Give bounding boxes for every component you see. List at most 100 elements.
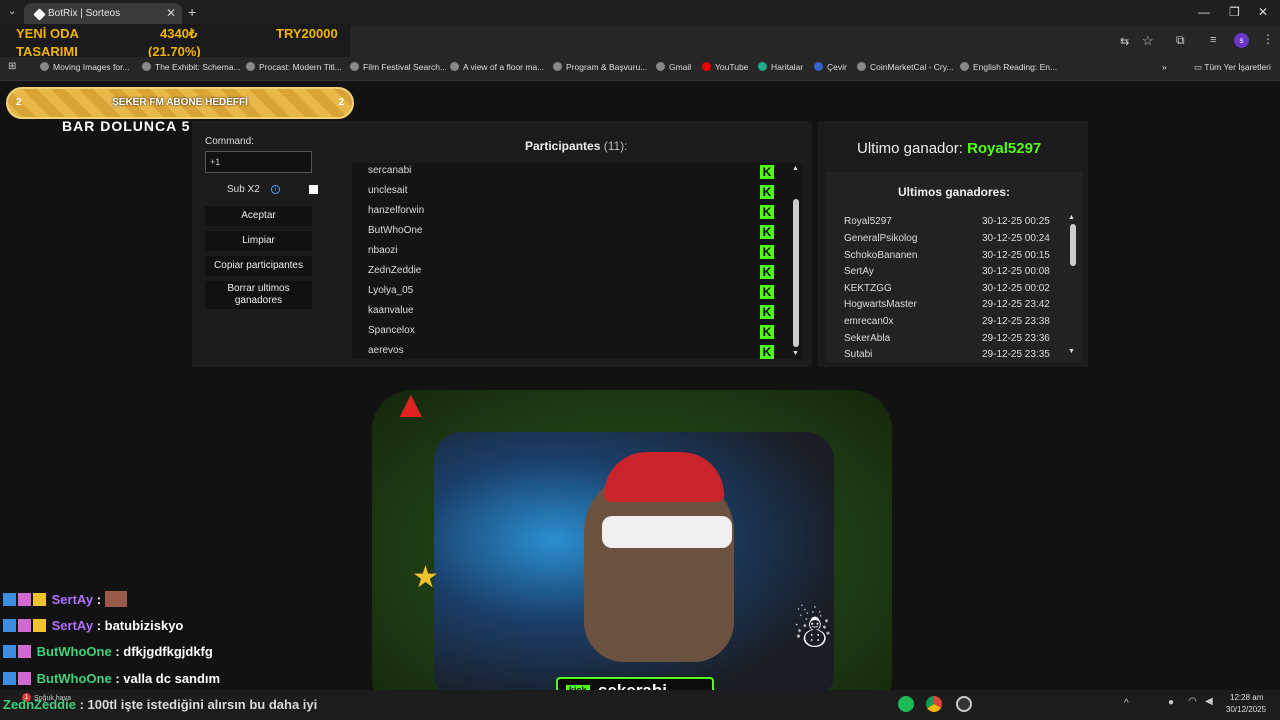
badge-icon	[18, 619, 31, 632]
winners-scrollbar[interactable]	[1070, 224, 1076, 266]
list-item: kaanvalue	[368, 305, 414, 316]
window-close-icon[interactable]: ✕	[1258, 5, 1268, 19]
winner-row-date: 30-12-25 00:25	[982, 216, 1050, 227]
winner-row-name: SchokoBananen	[844, 250, 918, 261]
restore-icon[interactable]: ❐	[1229, 5, 1240, 19]
participants-title-text: Participantes	[525, 139, 601, 153]
media-icon[interactable]: ≡	[1210, 34, 1216, 46]
kick-icon: K	[760, 265, 774, 279]
santa-hat-decoration-icon: ▲	[392, 384, 430, 426]
scroll-up-icon[interactable]: ▲	[792, 165, 799, 172]
chat-text: : batubiziskyo	[96, 618, 184, 633]
scroll-down-icon[interactable]: ▼	[792, 350, 799, 357]
bookmark-6[interactable]: Program & Başvuru...	[553, 62, 647, 72]
more-bookmarks-icon[interactable]: »	[1162, 62, 1167, 72]
winner-row-name: Royal5297	[844, 216, 892, 227]
chat-message: ButWhoOne : dfkjgdfkgjdkfg	[3, 644, 213, 659]
winner-row-date: 30-12-25 00:24	[982, 233, 1050, 244]
participants-list[interactable]: sercanabi K unclesait K hanzelforwin K B…	[352, 163, 802, 359]
volume-icon[interactable]: ◀	[1205, 696, 1213, 707]
bookmark-1[interactable]: Moving Images for...	[40, 62, 130, 72]
winners-scroll-up-icon[interactable]: ▲	[1068, 214, 1075, 221]
apps-icon[interactable]: ⊞	[8, 61, 16, 72]
chat-user: SertAy	[51, 592, 94, 607]
profile-avatar[interactable]: s	[1234, 33, 1249, 48]
minimize-icon[interactable]: —	[1198, 5, 1210, 19]
tray-chevron-icon[interactable]: ^	[1124, 698, 1129, 709]
winner-row-name: SertAy	[844, 266, 874, 277]
room-line1: YENİ ODA	[16, 26, 79, 41]
extensions-icon[interactable]: ⧉	[1176, 33, 1185, 48]
badge-icon	[18, 645, 31, 658]
bookmark-gmail[interactable]: Gmail	[656, 62, 691, 72]
chat-user: ZednZeddie	[3, 697, 76, 712]
clock-date[interactable]: 30/12/2025	[1226, 705, 1266, 714]
winner-row-name: GeneralPsikolog	[844, 233, 918, 244]
participants-scrollbar[interactable]	[793, 199, 799, 347]
wifi-icon[interactable]: ◠	[1188, 696, 1197, 707]
crown-icon	[33, 593, 46, 606]
new-tab-icon[interactable]: +	[188, 4, 196, 20]
badge-icon	[3, 619, 16, 632]
badge-icon	[3, 645, 16, 658]
chat-text: : 100tl işte istediğini alırsın bu daha …	[79, 697, 318, 712]
badge-icon	[18, 593, 31, 606]
winner-row-name: SekerAbla	[844, 333, 891, 344]
mic-icon[interactable]: ●	[1168, 697, 1174, 708]
participants-title: Participantes (11):	[525, 139, 628, 153]
chrome-icon[interactable]	[926, 696, 942, 712]
last-winner-name: Royal5297	[967, 140, 1042, 157]
bookmark-4[interactable]: Film Festival Search...	[350, 62, 447, 72]
delete-winners-line1: Borrar ultimos	[227, 283, 290, 294]
chat-text: : dfkjgdfkgjdkfg	[115, 644, 213, 659]
bookmark-5[interactable]: A view of a floor ma...	[450, 62, 544, 72]
winners-scroll-down-icon[interactable]: ▼	[1068, 348, 1075, 355]
clock-time[interactable]: 12:28 am	[1230, 693, 1263, 702]
tab-close-icon[interactable]: ✕	[166, 6, 176, 20]
command-input[interactable]: +1	[205, 151, 312, 173]
all-bookmarks[interactable]: ▭ Tüm Yer İşaretleri	[1194, 62, 1271, 73]
chat-user: ButWhoOne	[36, 671, 112, 686]
bookmark-maps[interactable]: Haritalar	[758, 62, 803, 72]
bookmark-coinmarketcal[interactable]: CoinMarketCal - Cry...	[857, 62, 953, 72]
emote-icon	[104, 591, 127, 607]
winner-row-date: 29-12-25 23:36	[982, 333, 1050, 344]
spotify-icon[interactable]	[898, 696, 914, 712]
winners-list[interactable]: Ultimos ganadores: Royal5297 30-12-25 00…	[826, 172, 1082, 362]
chat-text: :	[96, 592, 102, 607]
star-icon[interactable]: ☆	[1142, 33, 1154, 49]
kick-icon: K	[760, 325, 774, 339]
command-label: Command:	[205, 136, 254, 147]
copy-participants-button[interactable]: Copiar participantes	[205, 256, 312, 276]
bookmark-2[interactable]: The Exhibit: Schema...	[142, 62, 241, 72]
menu-icon[interactable]: ⋮	[1262, 32, 1274, 46]
chat-user: ButWhoOne	[36, 644, 112, 659]
sunglasses	[602, 516, 732, 548]
webcam-frame: ▲ ☃ ★	[372, 380, 892, 720]
badge-icon	[3, 672, 16, 685]
accept-button[interactable]: Aceptar	[205, 206, 312, 226]
obs-icon[interactable]	[956, 696, 972, 712]
delete-winners-button[interactable]: Borrar ultimos ganadores	[205, 281, 312, 309]
chat-message: ButWhoOne : valla dc sandım	[3, 671, 220, 686]
bookmarks-bar: ⊞ Moving Images for... The Exhibit: Sche…	[0, 57, 1280, 81]
subx2-checkbox[interactable]	[309, 185, 318, 194]
bookmark-english[interactable]: English Reading: En...	[960, 62, 1057, 72]
browser-tab-bar: ⌄ BotRix | Sorteos ✕ + — ❐ ✕	[0, 0, 1280, 27]
bookmark-translate[interactable]: Çevir	[814, 62, 847, 72]
list-item: sercanabi	[368, 165, 412, 176]
winner-row-name: HogwartsMaster	[844, 299, 917, 310]
kick-icon: K	[760, 245, 774, 259]
clear-button[interactable]: Limpiar	[205, 231, 312, 251]
badge-icon	[3, 593, 16, 606]
bookmark-youtube[interactable]: YouTube	[702, 62, 748, 72]
botrix-favicon-icon	[33, 8, 46, 21]
last-winner-label: Ultimo ganador:	[857, 140, 963, 157]
tab-search-icon[interactable]: ⌄	[8, 6, 16, 17]
bookmark-3[interactable]: Procast: Modern Titl...	[246, 62, 342, 72]
translate-icon[interactable]: ⇆	[1120, 35, 1129, 48]
kick-icon: K	[760, 165, 774, 179]
info-icon[interactable]: i	[271, 185, 280, 194]
winner-row-date: 30-12-25 00:02	[982, 283, 1050, 294]
tab-title: BotRix | Sorteos	[48, 8, 121, 19]
